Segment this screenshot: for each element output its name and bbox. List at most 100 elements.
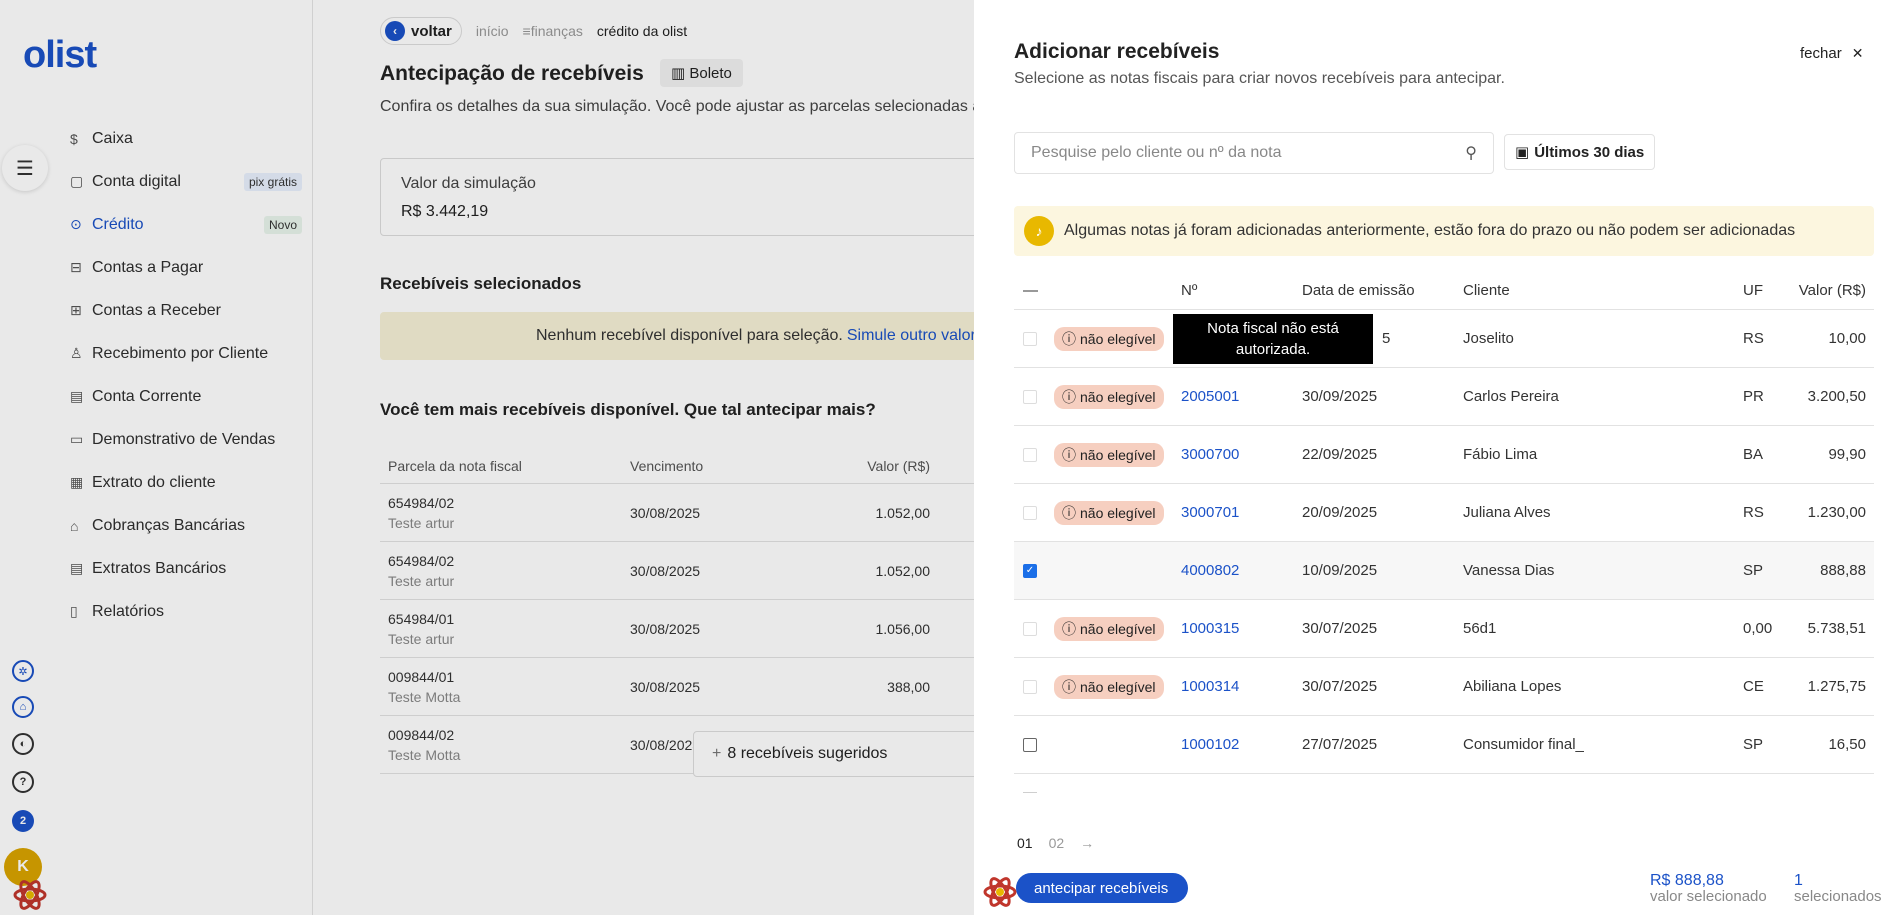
total-value: R$ 888,88 valor selecionado — [1650, 873, 1767, 905]
data-cell: 10/09/2025 — [1302, 562, 1378, 579]
col-numero: Nº — [1181, 282, 1198, 299]
valor-cell: 888,88 — [1820, 562, 1866, 579]
status-badge[interactable]: ⓘ não elegível — [1054, 442, 1164, 467]
uf-cell: BA — [1743, 446, 1764, 463]
antecipar-button[interactable]: antecipar recebíveis — [1016, 873, 1189, 903]
col-data: Data de emissão — [1302, 282, 1415, 299]
page-2[interactable]: 02 — [1049, 835, 1065, 851]
valor-cell: 16,50 — [1828, 736, 1866, 753]
panel-subtitle: Selecione as notas fiscais para criar no… — [1014, 70, 1505, 87]
status-badge[interactable]: ⓘ não elegível — [1054, 674, 1164, 699]
modal-backdrop[interactable] — [0, 0, 974, 915]
table-row[interactable]: ⓘ não elegível 1000314 30/07/2025 Abiliana L… — [1014, 658, 1874, 716]
cliente-cell: Carlos Pereira — [1463, 388, 1559, 405]
row-checkbox[interactable] — [1023, 737, 1037, 752]
table-row[interactable]: ⓘ não elegível 3000701 20/09/2025 Juliana Al… — [1014, 484, 1874, 542]
valor-cell: 99,90 — [1828, 446, 1866, 463]
total-value-label: valor selecionado — [1650, 888, 1767, 905]
row-checkbox[interactable] — [1023, 679, 1037, 694]
row-checkbox[interactable] — [1023, 505, 1037, 520]
numero-link[interactable]: 2005001 — [1181, 388, 1302, 405]
period-label: Últimos 30 dias — [1534, 143, 1645, 161]
row-checkbox[interactable] — [1023, 621, 1037, 636]
invoices-table: — Nº Data de emissão Cliente UF Valor (R… — [1014, 272, 1874, 808]
uf-cell: SP — [1743, 736, 1764, 753]
valor-cell: 1.275,75 — [1807, 678, 1866, 695]
uf-cell: SP — [1743, 562, 1764, 579]
status-label: não elegível — [1080, 388, 1156, 405]
cliente-cell: Joselito — [1463, 330, 1514, 347]
table-row[interactable]: ⓘ não elegível 5 Joselito RS 10,00 — [1014, 310, 1874, 368]
numero-link[interactable]: 4000802 — [1181, 562, 1302, 579]
cliente-cell: Consumidor final_ — [1463, 736, 1584, 753]
table-row[interactable]: 1000102 27/07/2025 Consumidor final_ SP 16,5… — [1014, 716, 1874, 774]
status-badge[interactable]: ⓘ não elegível — [1054, 384, 1164, 409]
calendar-icon: ▣ — [1515, 144, 1530, 161]
status-label: não elegível — [1080, 620, 1156, 637]
table-row[interactable]: ✓ 4000802 10/09/2025 Vanessa Dias SP 888,88 — [1014, 542, 1874, 600]
page-1[interactable]: 01 — [1017, 835, 1033, 851]
col-cliente: Cliente — [1463, 282, 1510, 299]
total-value-amount: R$ 888,88 — [1650, 872, 1724, 889]
panel-title: Adicionar recebíveis — [1014, 40, 1220, 63]
col-uf: UF — [1743, 282, 1763, 299]
info-icon: ⓘ — [1062, 330, 1076, 347]
cliente-cell: Vanessa Dias — [1463, 562, 1555, 579]
data-cell: 30/07/2025 — [1302, 620, 1378, 637]
row-checkbox[interactable] — [1023, 389, 1037, 404]
uf-cell: RS — [1743, 330, 1764, 347]
status-label: não elegível — [1080, 504, 1156, 521]
table-row[interactable]: ⓘ não elegível 1000315 30/07/2025 56d1 0,00 5.… — [1014, 600, 1874, 658]
react-devtools-icon[interactable] — [980, 872, 1020, 912]
info-icon: ⓘ — [1062, 446, 1076, 463]
info-icon: ⓘ — [1062, 678, 1076, 695]
row-checkbox[interactable]: ✓ — [1023, 563, 1037, 578]
status-label: não elegível — [1080, 678, 1156, 695]
bell-icon: ♪ — [1024, 216, 1054, 246]
search-input[interactable]: Pesquise pelo cliente ou nº da nota ⚲ — [1014, 132, 1494, 174]
table-row[interactable]: ⓘ não elegível 2005001 30/09/2025 Carlos Per… — [1014, 368, 1874, 426]
row-checkbox[interactable] — [1023, 447, 1037, 462]
numero-link[interactable]: 1000314 — [1181, 678, 1302, 695]
uf-cell: RS — [1743, 504, 1764, 521]
cliente-cell: Abiliana Lopes — [1463, 678, 1562, 695]
status-badge[interactable]: ⓘ não elegível — [1054, 616, 1164, 641]
info-icon: ⓘ — [1062, 388, 1076, 405]
close-button[interactable]: fechar ✕ — [1800, 45, 1863, 62]
status-label: não elegível — [1080, 330, 1156, 347]
valor-cell: 10,00 — [1828, 330, 1866, 347]
info-icon: ⓘ — [1062, 620, 1076, 637]
close-label: fechar — [1800, 45, 1842, 62]
row-checkbox[interactable] — [1023, 331, 1037, 346]
cliente-cell: Fábio Lima — [1463, 446, 1538, 463]
info-icon: ⓘ — [1062, 504, 1076, 521]
close-icon: ✕ — [1851, 45, 1864, 61]
valor-cell: 1.230,00 — [1807, 504, 1866, 521]
data-cell: 30/09/2025 — [1302, 388, 1378, 405]
add-receivables-panel: Adicionar recebíveis Selecione as notas … — [974, 0, 1902, 915]
arrow-right-icon[interactable]: → — [1080, 835, 1094, 851]
valor-cell: 3.200,50 — [1807, 388, 1866, 405]
tooltip: Nota fiscal não está autorizada. — [1173, 314, 1373, 364]
period-filter[interactable]: ▣ Últimos 30 dias — [1504, 134, 1656, 170]
numero-link[interactable]: 1000102 — [1181, 736, 1302, 753]
status-badge[interactable]: ⓘ não elegível — [1054, 326, 1164, 351]
status-badge[interactable]: ⓘ não elegível — [1054, 500, 1164, 525]
numero-link[interactable]: 3000700 — [1181, 446, 1302, 463]
col-valor: Valor (R$) — [1798, 282, 1866, 299]
table-header: — Nº Data de emissão Cliente UF Valor (R… — [1014, 272, 1874, 310]
cliente-cell: 56d1 — [1463, 620, 1497, 637]
data-cell: 22/09/2025 — [1302, 446, 1378, 463]
select-all-checkbox[interactable]: — — [1014, 282, 1054, 299]
cliente-cell: Juliana Alves — [1463, 504, 1551, 521]
numero-link[interactable]: 3000701 — [1181, 504, 1302, 521]
table-row[interactable]: ⓘ não elegível 3000700 22/09/2025 Fábio Lima… — [1014, 426, 1874, 484]
table-footer-divider: — — [1023, 783, 1037, 799]
alert-banner: ♪ Algumas notas já foram adicionadas ante… — [1014, 206, 1874, 256]
uf-cell: CE — [1743, 678, 1764, 695]
numero-link[interactable]: 1000315 — [1181, 620, 1302, 637]
data-cell: 27/07/2025 — [1302, 736, 1378, 753]
selected-count: 1 selecionados — [1794, 873, 1882, 905]
pagination: 01 02 → — [1017, 835, 1094, 851]
valor-cell: 5.738,51 — [1807, 620, 1866, 637]
